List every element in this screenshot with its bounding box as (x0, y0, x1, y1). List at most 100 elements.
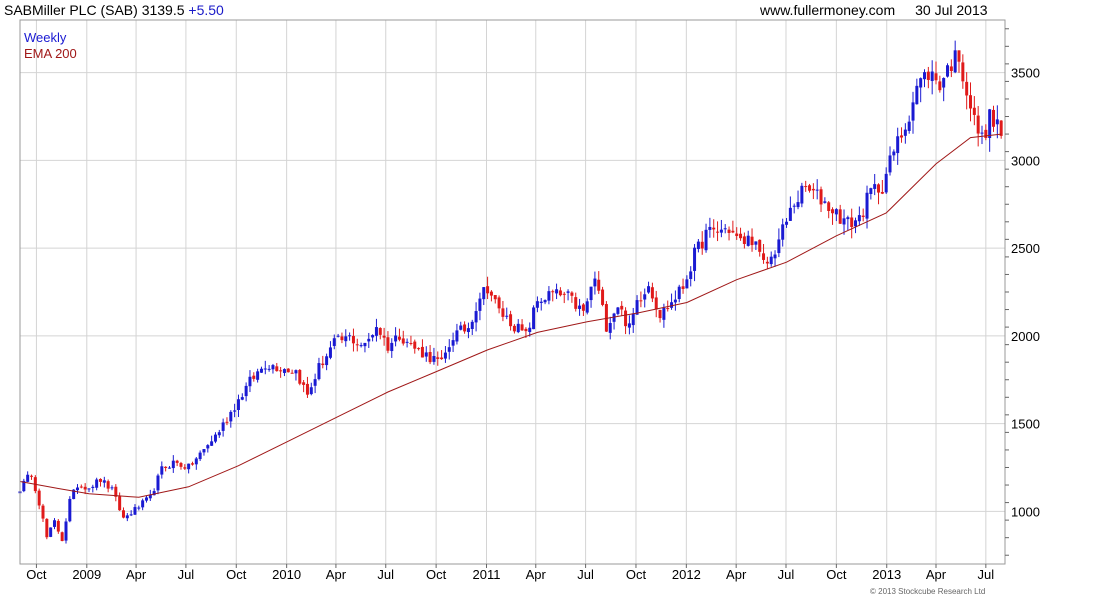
candle-down (570, 292, 574, 296)
candle-down (639, 300, 643, 302)
candle-down (183, 467, 187, 469)
candle-down (831, 209, 835, 214)
candle-down (175, 460, 179, 463)
candle-down (961, 62, 965, 82)
candle-up (367, 338, 371, 342)
candle-up (75, 487, 79, 491)
x-tick-label: 2010 (272, 567, 301, 582)
candle-up (309, 387, 313, 395)
candle-up (689, 271, 693, 280)
candle-up (325, 356, 329, 366)
candle-down (286, 368, 290, 373)
candle-up (857, 215, 861, 222)
candle-up (202, 449, 206, 453)
candle-up (846, 217, 850, 220)
candle-up (723, 228, 727, 230)
candle-down (121, 510, 125, 518)
candle-up (907, 121, 911, 131)
candle-up (566, 291, 570, 293)
candle-up (229, 411, 233, 422)
candle-up (87, 488, 91, 490)
candle-up (213, 434, 217, 442)
candle-down (355, 344, 359, 346)
candle-up (217, 432, 221, 436)
candle-down (497, 297, 501, 309)
candle-down (520, 324, 524, 331)
candle-up (405, 341, 409, 343)
candle-up (915, 85, 919, 105)
candle-up (773, 254, 777, 259)
candle-up (248, 376, 252, 387)
candle-down (742, 236, 746, 245)
candle-down (926, 71, 930, 80)
x-tick-label: 2012 (672, 567, 701, 582)
candle-down (999, 120, 1003, 136)
candle-down (727, 229, 731, 233)
candle-up (719, 229, 723, 233)
candle-down (850, 217, 854, 228)
grid-lines (20, 20, 1005, 564)
candle-up (884, 173, 888, 193)
candle-down (420, 346, 424, 358)
candle-up (643, 294, 647, 300)
candle-down (37, 490, 41, 506)
candle-up (144, 497, 148, 501)
candle-up (344, 336, 348, 342)
candle-down (225, 421, 229, 423)
candle-down (601, 289, 605, 305)
x-tick-label: Apr (926, 567, 947, 582)
copyright-notice: © 2013 Stockcube Research Ltd (870, 587, 986, 596)
candle-up (470, 321, 474, 329)
candle-down (275, 366, 279, 372)
candle-up (528, 327, 532, 333)
candle-down (700, 241, 704, 249)
candle-down (321, 363, 325, 366)
candle-up (129, 514, 133, 516)
candle-up (236, 399, 240, 411)
candle-down (413, 341, 417, 349)
candle-down (302, 382, 306, 385)
candle-up (593, 278, 597, 287)
candle-up (432, 356, 436, 362)
candle-down (976, 115, 980, 134)
x-tick-label: Oct (226, 567, 247, 582)
x-tick-label: 2009 (72, 567, 101, 582)
candle-down (712, 227, 716, 230)
candle-up (474, 311, 478, 323)
candle-up (919, 78, 923, 88)
candle-up (547, 291, 551, 301)
candle-down (811, 188, 815, 191)
candle-up (942, 78, 946, 88)
y-tick-label: 2000 (1011, 329, 1040, 344)
candle-down (509, 314, 513, 327)
candle-down (838, 209, 842, 224)
candle-up (141, 500, 145, 508)
x-tick-label: Jul (778, 567, 795, 582)
x-tick-label: Apr (726, 567, 747, 582)
legend-weekly: Weekly (24, 30, 67, 45)
y-tick-label: 3000 (1011, 153, 1040, 168)
candle-down (880, 191, 884, 194)
candle-down (45, 518, 49, 538)
candle-up (873, 184, 877, 189)
candle-down (562, 293, 566, 295)
candle-up (102, 480, 106, 483)
candle-down (654, 297, 658, 310)
candle-up (788, 207, 792, 221)
candle-up (896, 136, 900, 154)
candle-down (762, 253, 766, 260)
candle-up (696, 241, 700, 250)
candle-up (137, 507, 141, 509)
plot-frame (19, 19, 1006, 565)
candle-up (390, 342, 394, 352)
candle-up (834, 209, 838, 215)
candle-down (290, 372, 294, 374)
candle-down (658, 309, 662, 319)
candle-up (271, 365, 275, 370)
x-tick-label: Apr (526, 567, 547, 582)
candle-down (597, 279, 601, 291)
candle-up (459, 325, 463, 330)
candle-up (68, 498, 72, 522)
candle-up (631, 313, 635, 326)
price-chart: 100015002000250030003500 Oct 2009 Apr Jul Oc… (18, 19, 1040, 582)
